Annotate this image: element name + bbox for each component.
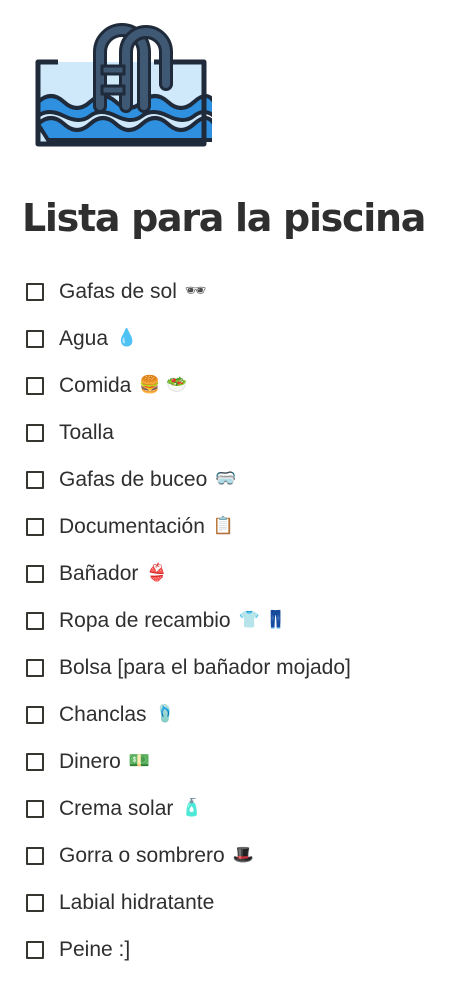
todo-item-bolsa[interactable]: Bolsa [para el bañador mojado] <box>26 644 466 691</box>
todo-item-gafas-de-sol[interactable]: Gafas de sol 🕶 <box>26 268 466 315</box>
todo-item-documentacion[interactable]: Documentación 📋 <box>26 503 466 550</box>
todo-item-banador[interactable]: Bañador 👙 <box>26 550 466 597</box>
page-title: Lista para la piscina <box>22 196 426 240</box>
checkbox[interactable] <box>26 470 44 489</box>
todo-label: Ropa de recambio <box>59 608 231 632</box>
todo-item-chanclas[interactable]: Chanclas 🩴 <box>26 691 466 738</box>
checkbox[interactable] <box>26 376 44 395</box>
checkbox[interactable] <box>26 658 44 677</box>
todo-item-labial-hidratante[interactable]: Labial hidratante <box>26 879 466 926</box>
checkbox[interactable] <box>26 752 44 771</box>
checkbox[interactable] <box>26 423 44 442</box>
clipboard-icon: 📋 <box>212 516 235 536</box>
todo-item-dinero[interactable]: Dinero 💵 <box>26 738 466 785</box>
todo-item-comida[interactable]: Comida 🍔 🥗 <box>26 362 466 409</box>
todo-label: Gafas de sol <box>59 279 177 303</box>
todo-item-gorra-o-sombrero[interactable]: Gorra o sombrero 🎩 <box>26 832 466 879</box>
checkbox[interactable] <box>26 517 44 536</box>
checkbox[interactable] <box>26 893 44 912</box>
lotion-bottle-icon: 🧴 <box>181 798 203 818</box>
todo-label: Bañador <box>59 561 139 585</box>
checkbox[interactable] <box>26 799 44 818</box>
todo-item-agua[interactable]: Agua 💧 <box>26 315 466 362</box>
todo-label: Gafas de buceo <box>59 467 208 491</box>
todo-label: Labial hidratante <box>59 890 215 914</box>
checkbox[interactable] <box>26 282 44 301</box>
todo-label: Peine :] <box>59 937 131 961</box>
todo-label: Chanclas <box>59 702 147 726</box>
top-hat-icon: 🎩 <box>232 845 254 865</box>
flip-flop-icon: 🩴 <box>154 704 176 724</box>
todo-item-ropa-de-recambio[interactable]: Ropa de recambio 👕 👖 <box>26 597 466 644</box>
todo-label: Documentación <box>59 514 205 538</box>
checkbox[interactable] <box>26 611 44 630</box>
todo-label: Toalla <box>59 420 114 444</box>
todo-label: Bolsa [para el bañador mojado] <box>59 655 351 679</box>
todo-label: Crema solar <box>59 796 174 820</box>
todo-item-crema-solar[interactable]: Crema solar 🧴 <box>26 785 466 832</box>
food-icon: 🍔 🥗 <box>139 375 188 395</box>
todo-item-gafas-de-buceo[interactable]: Gafas de buceo 🥽 <box>26 456 466 503</box>
todo-label: Gorra o sombrero <box>59 843 225 867</box>
money-icon: 💵 <box>128 751 151 771</box>
clothes-icon: 👕 👖 <box>238 610 287 630</box>
checkbox[interactable] <box>26 705 44 724</box>
todo-item-peine[interactable]: Peine :] <box>26 926 466 973</box>
checkbox[interactable] <box>26 564 44 583</box>
todo-list: Gafas de sol 🕶 Agua 💧 Comida 🍔 🥗 Toalla … <box>26 268 466 973</box>
droplet-icon: 💧 <box>116 328 138 348</box>
swimsuit-icon: 👙 <box>146 563 168 583</box>
swimming-pool-icon[interactable] <box>30 22 212 150</box>
goggles-icon: 🥽 <box>215 469 237 489</box>
todo-label: Agua <box>59 326 109 350</box>
checkbox[interactable] <box>26 940 44 959</box>
todo-label: Comida <box>59 373 132 397</box>
todo-label: Dinero <box>59 749 121 773</box>
todo-item-toalla[interactable]: Toalla <box>26 409 466 456</box>
sunglasses-icon: 🕶 <box>184 281 207 301</box>
checkbox[interactable] <box>26 846 44 865</box>
checkbox[interactable] <box>26 329 44 348</box>
